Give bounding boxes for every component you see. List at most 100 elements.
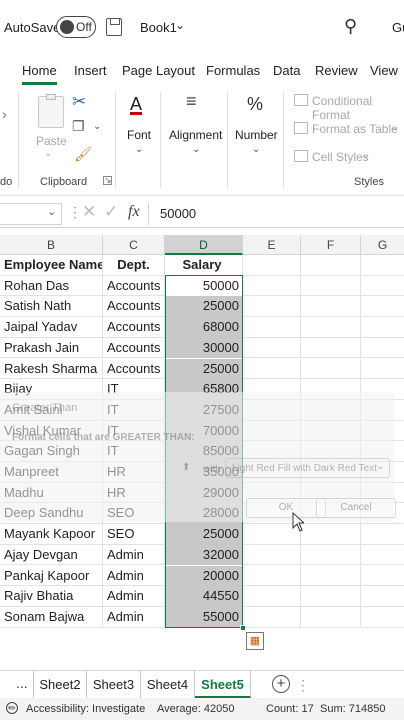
empty-cell[interactable]	[243, 358, 301, 380]
insert-function-icon[interactable]: fx	[128, 203, 140, 221]
header-dept[interactable]: Dept.	[103, 255, 165, 276]
font-color-icon[interactable]: A	[130, 94, 142, 115]
cancel-icon[interactable]: ✕	[82, 202, 96, 222]
dept-cell[interactable]: IT	[103, 379, 165, 400]
add-sheet-icon[interactable]: +	[272, 675, 290, 693]
workbook-title[interactable]: Book1	[140, 20, 177, 35]
dept-cell[interactable]: IT	[103, 420, 165, 442]
cut-icon[interactable]: ✂	[72, 92, 86, 112]
empty-cell[interactable]	[243, 565, 301, 587]
empty-cell[interactable]	[301, 255, 361, 276]
empty-cell[interactable]	[301, 275, 361, 297]
employee-name-cell[interactable]: Manpreet	[0, 462, 103, 483]
cell-styles-icon[interactable]	[294, 150, 308, 162]
salary-cell[interactable]: 55000	[165, 606, 243, 628]
chevron-down-icon[interactable]: ⌄	[93, 121, 101, 132]
tab-view[interactable]: View	[370, 63, 398, 78]
chevron-down-icon[interactable]: ⌄	[252, 144, 260, 155]
dept-cell[interactable]: Accounts	[103, 317, 165, 338]
salary-cell[interactable]: 70000	[165, 420, 243, 442]
salary-cell[interactable]: 68000	[165, 317, 243, 338]
empty-cell[interactable]	[301, 565, 361, 587]
empty-cell[interactable]	[243, 544, 301, 566]
dept-cell[interactable]: Admin	[103, 586, 165, 607]
employee-name-cell[interactable]: Prakash Jain	[0, 337, 103, 359]
chevron-down-icon[interactable]: ⌄	[175, 18, 185, 32]
employee-name-cell[interactable]: Ajay Devgan	[0, 544, 103, 566]
employee-name-cell[interactable]: Bijay	[0, 379, 103, 400]
sheet-tab-sheet4[interactable]: Sheet4	[141, 671, 195, 699]
quick-analysis-icon[interactable]: ▦	[246, 632, 264, 650]
empty-cell[interactable]	[301, 503, 361, 525]
formula-input[interactable]: 50000	[160, 206, 196, 221]
header-employee-name[interactable]: Employee Name	[0, 255, 103, 276]
empty-cell[interactable]	[301, 337, 361, 359]
empty-cell[interactable]	[243, 586, 301, 607]
empty-cell[interactable]	[301, 317, 361, 338]
column-header-f[interactable]: F	[301, 235, 361, 255]
empty-cell[interactable]	[301, 399, 361, 421]
empty-cell[interactable]	[243, 255, 301, 276]
column-header-c[interactable]: C	[103, 235, 165, 255]
employee-name-cell[interactable]: Sonam Bajwa	[0, 606, 103, 628]
employee-name-cell[interactable]: Deep Sandhu	[0, 503, 103, 525]
fill-handle[interactable]	[240, 625, 246, 631]
empty-cell[interactable]	[243, 296, 301, 318]
salary-cell[interactable]: 25000	[165, 524, 243, 545]
employee-name-cell[interactable]: Madhu	[0, 482, 103, 504]
employee-name-cell[interactable]: Rohan Das	[0, 275, 103, 297]
paste-icon[interactable]	[38, 94, 64, 128]
copy-icon[interactable]: ❐	[72, 118, 85, 135]
empty-cell[interactable]	[243, 462, 301, 483]
cell-styles-button[interactable]: Cell Styles	[312, 150, 369, 164]
column-header-d[interactable]: D	[165, 235, 243, 255]
dept-cell[interactable]: IT	[103, 441, 165, 462]
empty-cell[interactable]	[243, 337, 301, 359]
chevron-down-icon[interactable]: ⌄	[390, 122, 398, 133]
alignment-button[interactable]: Alignment	[169, 128, 222, 142]
tab-home[interactable]: Home	[22, 63, 57, 85]
dept-cell[interactable]: SEO	[103, 524, 165, 545]
employee-name-cell[interactable]: Amit Saini	[0, 399, 103, 421]
employee-name-cell[interactable]: Gagan Singh	[0, 441, 103, 462]
empty-cell[interactable]	[301, 420, 361, 442]
empty-cell[interactable]	[301, 524, 361, 545]
employee-name-cell[interactable]: Vishal Kumar	[0, 420, 103, 442]
more-options-icon[interactable]: ⋮	[68, 204, 82, 221]
salary-cell[interactable]: 27500	[165, 399, 243, 421]
format-table-icon[interactable]	[294, 122, 308, 134]
salary-cell[interactable]: 30000	[165, 337, 243, 359]
search-icon[interactable]: ⚲	[344, 16, 357, 37]
salary-cell[interactable]: 25000	[165, 358, 243, 380]
more-sheets-button[interactable]: ...	[16, 675, 28, 691]
chevron-down-icon[interactable]: ⌄	[47, 205, 56, 218]
chevron-down-icon[interactable]: ⌄	[135, 144, 143, 155]
tab-data[interactable]: Data	[273, 63, 300, 78]
sheet-tab-sheet5[interactable]: Sheet5	[195, 671, 251, 699]
align-icon[interactable]: ≡	[186, 92, 197, 110]
font-button[interactable]: Font	[127, 128, 151, 142]
salary-cell[interactable]: 65800	[165, 379, 243, 400]
dept-cell[interactable]: HR	[103, 462, 165, 483]
salary-cell[interactable]: 44550	[165, 586, 243, 607]
accessibility-icon[interactable]: ✏	[6, 702, 18, 714]
dept-cell[interactable]: Admin	[103, 565, 165, 587]
tab-insert[interactable]: Insert	[74, 63, 107, 78]
empty-cell[interactable]	[243, 606, 301, 628]
tab-page-layout[interactable]: Page Layout	[122, 63, 195, 78]
salary-cell[interactable]: 28000	[165, 503, 243, 525]
employee-name-cell[interactable]: Jaipal Yadav	[0, 317, 103, 338]
salary-cell[interactable]: 32000	[165, 544, 243, 566]
empty-cell[interactable]	[301, 379, 361, 400]
dept-cell[interactable]: Accounts	[103, 275, 165, 297]
chevron-down-icon[interactable]: ⌄	[362, 150, 370, 161]
empty-cell[interactable]	[243, 399, 301, 421]
dept-cell[interactable]: HR	[103, 482, 165, 504]
sheet-tab-sheet3[interactable]: Sheet3	[87, 671, 141, 699]
dept-cell[interactable]: Admin	[103, 544, 165, 566]
empty-cell[interactable]	[243, 275, 301, 297]
more-options-icon[interactable]: ⋮	[296, 677, 310, 694]
format-as-table-button[interactable]: Format as Table	[312, 122, 398, 136]
sheet-tab-sheet2[interactable]: Sheet2	[33, 671, 87, 699]
dept-cell[interactable]: Accounts	[103, 358, 165, 380]
